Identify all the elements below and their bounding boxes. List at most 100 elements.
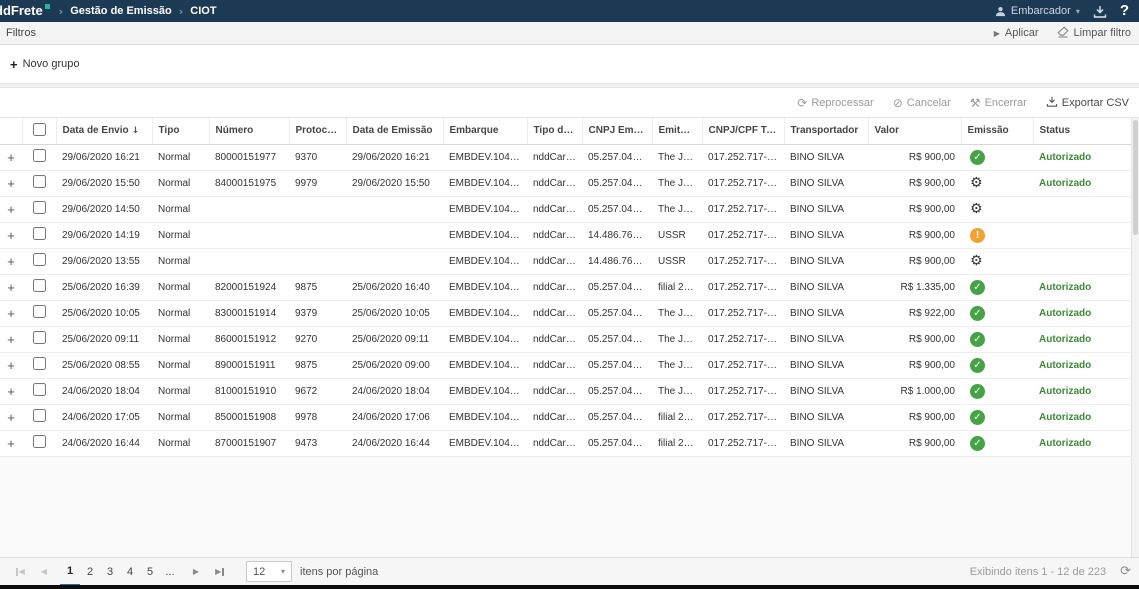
expand-row-icon[interactable]: +: [7, 150, 15, 165]
new-group-button[interactable]: + Novo grupo: [10, 58, 79, 70]
row-checkbox[interactable]: [33, 357, 46, 370]
cell-emitente: The Joker: [652, 300, 702, 326]
expand-row-icon[interactable]: +: [7, 228, 15, 243]
table-row[interactable]: + 25/06/2020 08:55 Normal 89000151911 98…: [0, 352, 1131, 378]
authorized-check-icon: ✓: [970, 150, 985, 165]
seek-last-icon: ▶: [215, 567, 221, 576]
page-button-5[interactable]: 5: [140, 558, 160, 586]
row-checkbox[interactable]: [33, 409, 46, 422]
col-cnpj-emitente[interactable]: CNPJ Emite...: [582, 118, 652, 144]
breadcrumb-gestao-de-emissao[interactable]: Gestão de Emissão: [70, 5, 172, 17]
col-valor[interactable]: Valor: [868, 118, 961, 144]
row-checkbox[interactable]: [33, 279, 46, 292]
page-button-3[interactable]: 3: [100, 558, 120, 586]
col-embarque[interactable]: Embarque: [443, 118, 527, 144]
page-more-button[interactable]: ...: [160, 558, 180, 586]
col-data-de-envio[interactable]: Data de Envio↓: [56, 118, 152, 144]
table-row[interactable]: + 24/06/2020 18:04 Normal 81000151910 96…: [0, 378, 1131, 404]
col-tipo-de-pagamento[interactable]: Tipo de Paga...: [527, 118, 582, 144]
close-ciot-button[interactable]: ⚒ Encerrar: [970, 97, 1027, 109]
page-button-1[interactable]: 1: [60, 558, 80, 586]
expand-row-icon[interactable]: +: [7, 254, 15, 269]
expand-row-icon[interactable]: +: [7, 202, 15, 217]
cell-numero: [209, 248, 289, 274]
page-size-select[interactable]: 12 ▾: [246, 561, 292, 582]
col-emissao[interactable]: Emissão: [961, 118, 1033, 144]
row-checkbox[interactable]: [33, 149, 46, 162]
help-icon[interactable]: ?: [1120, 0, 1129, 22]
table-row[interactable]: + 24/06/2020 17:05 Normal 85000151908 99…: [0, 404, 1131, 430]
cancel-button[interactable]: ⊘ Cancelar: [893, 97, 951, 109]
cell-expand: +: [0, 326, 22, 352]
col-tipo[interactable]: Tipo: [152, 118, 209, 144]
cell-status: [1033, 222, 1131, 248]
user-menu-button[interactable]: Embarcador ▾: [995, 5, 1080, 17]
sort-desc-icon: ↓: [132, 126, 140, 136]
table-row[interactable]: + 29/06/2020 16:21 Normal 80000151977 93…: [0, 144, 1131, 170]
brand-logo[interactable]: ddFrete: [0, 0, 50, 22]
authorized-check-icon: ✓: [970, 410, 985, 425]
select-all-checkbox[interactable]: [33, 123, 46, 136]
reprocess-button[interactable]: ⟳ Reprocessar: [797, 97, 873, 109]
download-icon[interactable]: [1093, 5, 1107, 18]
row-checkbox[interactable]: [33, 175, 46, 188]
row-checkbox[interactable]: [33, 383, 46, 396]
cell-emissao: ⚙: [961, 196, 1033, 222]
expand-row-icon[interactable]: +: [7, 436, 15, 451]
cell-cnpj-emitente: 14.486.767/0...: [582, 222, 652, 248]
page-button-4[interactable]: 4: [120, 558, 140, 586]
col-numero[interactable]: Número: [209, 118, 289, 144]
clear-filter-button[interactable]: Limpar filtro: [1057, 26, 1131, 41]
row-checkbox[interactable]: [33, 331, 46, 344]
cell-status: Autorizado: [1033, 326, 1131, 352]
expand-row-icon[interactable]: +: [7, 332, 15, 347]
col-protocolo[interactable]: Protocolo: [289, 118, 346, 144]
last-page-button[interactable]: ▶: [208, 558, 232, 586]
table-row[interactable]: + 25/06/2020 10:05 Normal 83000151914 93…: [0, 300, 1131, 326]
table-row[interactable]: + 29/06/2020 14:19 Normal EMBDEV.104855 …: [0, 222, 1131, 248]
items-range-label: Exibindo itens 1 - 12 de 223: [970, 566, 1106, 578]
first-page-button[interactable]: ◀: [8, 558, 32, 586]
breadcrumb-ciot[interactable]: CIOT: [190, 5, 216, 17]
row-checkbox[interactable]: [33, 201, 46, 214]
vertical-scrollbar[interactable]: [1131, 118, 1139, 557]
apply-filter-button[interactable]: ▶ Aplicar: [994, 27, 1039, 39]
col-cnpj-cpf-transportador[interactable]: CNPJ/CPF Transp...: [702, 118, 784, 144]
page-button-2[interactable]: 2: [80, 558, 100, 586]
cell-select: [22, 378, 56, 404]
table-row[interactable]: + 24/06/2020 16:44 Normal 87000151907 94…: [0, 430, 1131, 456]
expand-row-icon[interactable]: +: [7, 306, 15, 321]
col-emitente[interactable]: Emitente: [652, 118, 702, 144]
col-status[interactable]: Status: [1033, 118, 1131, 144]
table-row[interactable]: + 29/06/2020 14:50 Normal EMBDEV.104857 …: [0, 196, 1131, 222]
expand-row-icon[interactable]: +: [7, 280, 15, 295]
cell-data-de-envio: 29/06/2020 15:50: [56, 170, 152, 196]
expand-row-icon[interactable]: +: [7, 384, 15, 399]
table-row[interactable]: + 29/06/2020 15:50 Normal 84000151975 99…: [0, 170, 1131, 196]
cell-emitente: The Joker: [652, 196, 702, 222]
table-row[interactable]: + 25/06/2020 09:11 Normal 86000151912 92…: [0, 326, 1131, 352]
row-checkbox[interactable]: [33, 253, 46, 266]
expand-row-icon[interactable]: +: [7, 176, 15, 191]
col-transportador[interactable]: Transportador: [784, 118, 868, 144]
cell-data-de-emissao: [346, 196, 443, 222]
row-checkbox[interactable]: [33, 227, 46, 240]
ciot-grid: Data de Envio↓ Tipo Número Protocolo Dat…: [0, 117, 1139, 557]
col-data-de-emissao[interactable]: Data de Emissão: [346, 118, 443, 144]
table-row[interactable]: + 29/06/2020 13:55 Normal EMBDEV.104835 …: [0, 248, 1131, 274]
cell-cnpj-emitente: 05.257.045/0...: [582, 404, 652, 430]
expand-row-icon[interactable]: +: [7, 358, 15, 373]
export-csv-button[interactable]: Exportar CSV: [1046, 96, 1129, 110]
cell-cnpj-cpf-transportador: 017.252.717-10: [702, 404, 784, 430]
next-page-button[interactable]: ▶: [184, 558, 208, 586]
table-row[interactable]: + 25/06/2020 16:39 Normal 82000151924 98…: [0, 274, 1131, 300]
cell-numero: [209, 196, 289, 222]
cell-tipo: Normal: [152, 196, 209, 222]
expand-row-icon[interactable]: +: [7, 410, 15, 425]
row-checkbox[interactable]: [33, 305, 46, 318]
scrollbar-thumb[interactable]: [1133, 120, 1138, 235]
refresh-icon[interactable]: ⟳: [1120, 564, 1131, 579]
prev-page-button[interactable]: ◀: [32, 558, 56, 586]
cell-embarque: EMBDEV.104797: [443, 352, 527, 378]
row-checkbox[interactable]: [33, 435, 46, 448]
